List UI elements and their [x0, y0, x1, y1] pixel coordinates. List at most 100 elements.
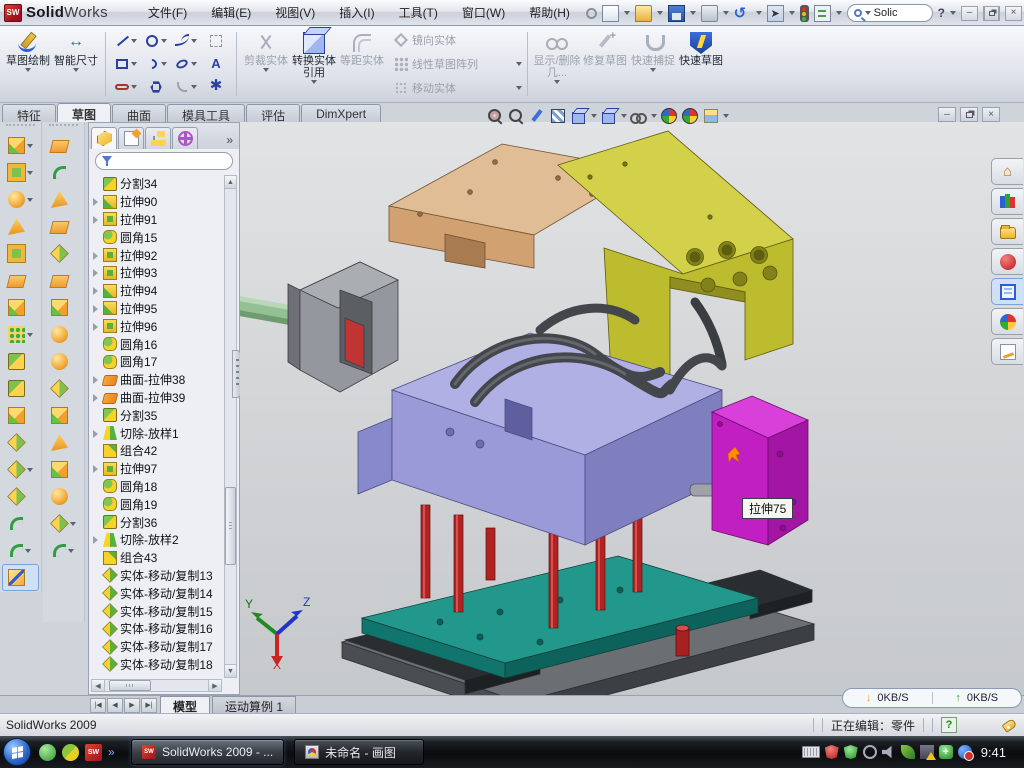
tab-motion-study[interactable]: 运动算例 1: [212, 696, 296, 713]
tab-file-explorer[interactable]: [991, 218, 1023, 245]
tab-configurationmanager[interactable]: [145, 127, 171, 149]
model-canvas[interactable]: [240, 122, 1024, 695]
features-toolbar-button[interactable]: [0, 294, 41, 321]
quick-launch-messenger-icon[interactable]: [39, 744, 56, 761]
feature-tree-item[interactable]: 拉伸94: [91, 282, 223, 300]
surfaces-toolbar-button[interactable]: [43, 456, 84, 483]
tab-solidworks-resources[interactable]: ⌂: [991, 158, 1023, 185]
tree-vertical-scrollbar[interactable]: ▲ ▼: [224, 175, 237, 678]
features-toolbar-button[interactable]: [0, 510, 41, 537]
quick-launch-overflow-chevron[interactable]: »: [108, 744, 125, 761]
sketch-fillet-icon[interactable]: [175, 80, 189, 94]
scroll-down-arrow[interactable]: ▼: [225, 664, 236, 677]
magnified-selection-icon[interactable]: [528, 107, 546, 125]
expand-arrow-icon[interactable]: [91, 429, 100, 438]
zoom-to-fit-icon[interactable]: [486, 107, 504, 125]
feature-tree-item[interactable]: 拉伸92: [91, 246, 223, 264]
view-settings-icon[interactable]: [702, 107, 720, 125]
menu-item[interactable]: 窗口(W): [450, 0, 517, 25]
update-leaf-icon[interactable]: [901, 745, 915, 759]
feature-tree-item[interactable]: 切除-放样2: [91, 531, 223, 549]
command-manager-tab[interactable]: 曲面: [112, 104, 166, 122]
tab-featuremanager-design-tree[interactable]: [91, 127, 117, 149]
graphics-viewport[interactable]: [240, 122, 1024, 695]
taskbar-window-solidworks[interactable]: SW SolidWorks 2009 - ...: [131, 739, 284, 765]
feature-tree-item[interactable]: 拉伸97: [91, 460, 223, 478]
circle-tool-icon[interactable]: [145, 34, 159, 48]
expand-arrow-icon[interactable]: [91, 393, 100, 402]
security-green-shield-icon[interactable]: [844, 745, 858, 759]
menu-item[interactable]: 编辑(E): [199, 0, 263, 25]
feature-tree-item[interactable]: 拉伸90: [91, 193, 223, 211]
new-file-dropdown[interactable]: [624, 11, 630, 15]
security-red-shield-icon[interactable]: [825, 745, 839, 759]
expand-arrow-icon[interactable]: [91, 589, 100, 598]
print-button[interactable]: [701, 5, 718, 22]
expand-arrow-icon[interactable]: [91, 268, 100, 277]
arc-tool-icon[interactable]: [145, 57, 159, 71]
offset-entities-button[interactable]: 等距实体: [338, 28, 386, 100]
rapid-sketch-button[interactable]: 快速草图: [677, 28, 725, 100]
mirror-entities-button[interactable]: 镜向实体: [394, 29, 522, 51]
expand-arrow-icon[interactable]: [91, 624, 100, 633]
feature-tree-item[interactable]: 实体-移动/复制13: [91, 567, 223, 585]
appearances-icon[interactable]: [660, 107, 678, 125]
help-dropdown[interactable]: [950, 11, 956, 15]
tree-filter-box[interactable]: [95, 152, 233, 170]
tree-horizontal-scrollbar[interactable]: ◀ ▶: [91, 679, 222, 692]
feature-tree-item[interactable]: 分割36: [91, 513, 223, 531]
horizontal-scroll-thumb[interactable]: [109, 680, 151, 691]
feature-tree-item[interactable]: 组合42: [91, 442, 223, 460]
feature-tree-item[interactable]: 分割35: [91, 406, 223, 424]
features-toolbar-button[interactable]: [0, 186, 41, 213]
start-button[interactable]: [3, 738, 31, 766]
repair-sketch-button[interactable]: 修复草图: [581, 28, 629, 100]
expand-arrow-icon[interactable]: [91, 411, 100, 420]
small-red-pin-part[interactable]: [676, 625, 689, 656]
expand-arrow-icon[interactable]: [91, 322, 100, 331]
feature-tree-item[interactable]: 实体-移动/复制17: [91, 638, 223, 656]
close-button[interactable]: ×: [1005, 6, 1022, 21]
expand-arrow-icon[interactable]: [91, 286, 100, 295]
feature-tree-item[interactable]: 圆角18: [91, 478, 223, 496]
feature-tree-item[interactable]: 切除-放样1: [91, 424, 223, 442]
tab-propertymanager[interactable]: [118, 127, 144, 149]
new-file-button[interactable]: [602, 5, 619, 22]
magenta-block-part[interactable]: [712, 396, 808, 545]
scroll-up-arrow[interactable]: ▲: [225, 176, 236, 189]
feature-tree-item[interactable]: 拉伸95: [91, 300, 223, 318]
view-orientation-icon[interactable]: [570, 107, 588, 125]
surfaces-toolbar-button[interactable]: [43, 267, 84, 294]
first-tab-button[interactable]: |◀: [90, 698, 106, 713]
restore-button[interactable]: [983, 6, 1000, 21]
open-dropdown[interactable]: [657, 11, 663, 15]
select-dropdown[interactable]: [789, 11, 795, 15]
tab-view-palette[interactable]: [991, 248, 1023, 275]
feature-tree-item[interactable]: 曲面-拉伸39: [91, 389, 223, 407]
menu-item[interactable]: 视图(V): [263, 0, 327, 25]
expand-arrow-icon[interactable]: [91, 251, 100, 260]
polygon-tool-icon[interactable]: [149, 80, 163, 94]
open-button[interactable]: [635, 5, 652, 22]
expand-arrow-icon[interactable]: [91, 500, 100, 509]
save-dropdown[interactable]: [690, 11, 696, 15]
apply-scene-icon[interactable]: [681, 107, 699, 125]
convert-entities-button[interactable]: 转换实体引用: [290, 28, 338, 100]
doc-minimize-button[interactable]: –: [938, 107, 956, 122]
feature-tree-item[interactable]: 拉伸96: [91, 317, 223, 335]
toolbar-grip[interactable]: [6, 124, 35, 132]
network-warning-icon[interactable]: [920, 745, 934, 759]
tag-icon[interactable]: [1002, 718, 1018, 733]
command-manager-tab[interactable]: DimXpert: [301, 104, 381, 122]
tab-overflow-chevron[interactable]: »: [222, 133, 237, 149]
command-manager-tab[interactable]: 草图: [57, 103, 111, 122]
features-toolbar-button[interactable]: [0, 267, 41, 294]
doc-close-button[interactable]: ×: [982, 107, 1000, 122]
tab-custom-properties[interactable]: [991, 278, 1023, 305]
minimize-button[interactable]: –: [961, 6, 978, 21]
features-toolbar-button[interactable]: [0, 213, 41, 240]
expand-arrow-icon[interactable]: [91, 446, 100, 455]
tab-model[interactable]: 模型: [160, 696, 210, 713]
expand-arrow-icon[interactable]: [91, 518, 100, 527]
features-toolbar-button[interactable]: [0, 159, 41, 186]
